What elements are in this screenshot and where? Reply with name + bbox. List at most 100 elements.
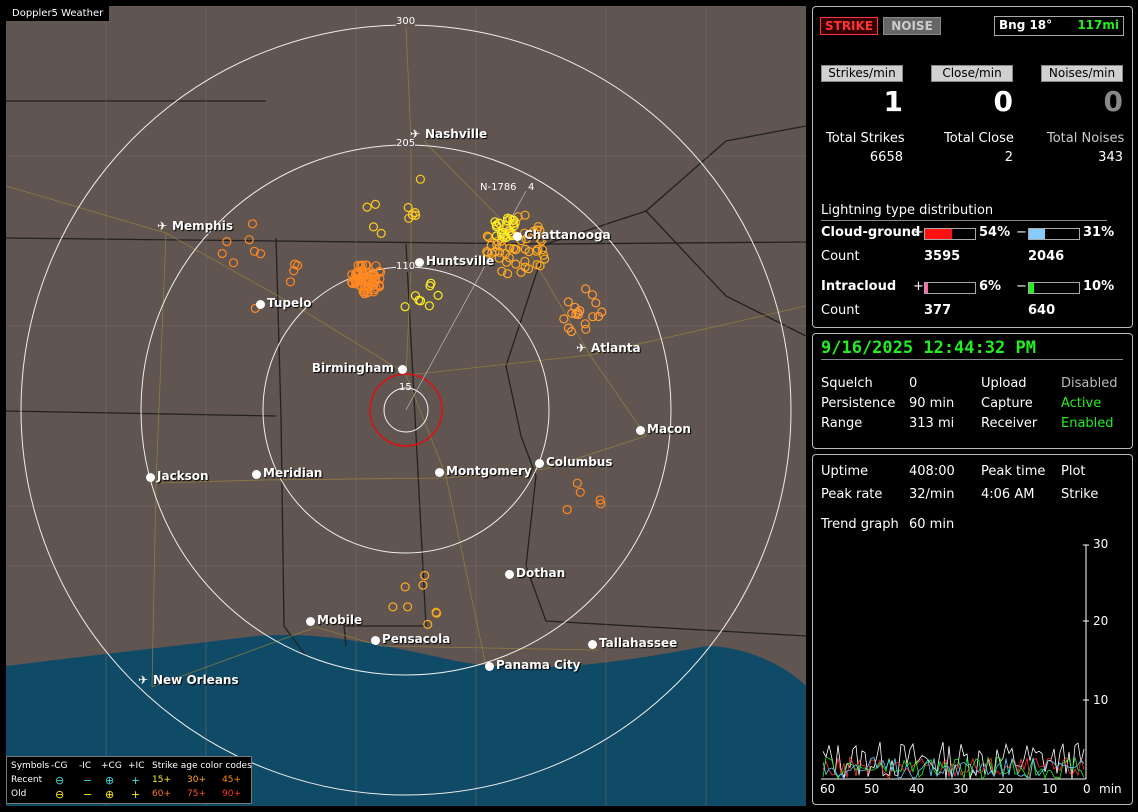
capture-value: Active: [1061, 396, 1102, 411]
cg-negative-count: 2046: [1028, 249, 1065, 264]
bearing-box: Bng 18° 117mi: [994, 16, 1124, 36]
city-label: Memphis: [172, 219, 233, 233]
noise-button[interactable]: NOISE: [883, 17, 941, 35]
strike-marker: [247, 219, 258, 229]
status-panel: 9/16/2025 12:44:32 PM Squelch 0 Persiste…: [812, 333, 1133, 449]
city-label: Nashville: [425, 127, 488, 141]
strike-marker: [388, 602, 398, 612]
trend-graph: [821, 544, 1089, 780]
ring-label-15: 15: [399, 382, 412, 393]
range-label: Range: [821, 416, 863, 431]
close-per-min-value: 0: [993, 85, 1013, 118]
city-dot: [146, 473, 155, 482]
strike-marker: [362, 202, 372, 212]
strike-marker: [415, 174, 425, 184]
strike-marker: [403, 602, 413, 612]
trend-x-tick-0: 0: [1083, 782, 1091, 796]
trend-x-tick-50: 50: [864, 782, 880, 796]
city-label: Huntsville: [426, 254, 495, 268]
ic-negative-count: 640: [1028, 303, 1056, 318]
ic-negative-fill: [1029, 283, 1034, 293]
close-per-min-label: Close/min: [931, 65, 1013, 82]
strike-marker: [222, 237, 232, 247]
city-label: Pensacola: [382, 632, 451, 646]
city-label: Birmingham: [311, 361, 394, 375]
city-dot: [505, 570, 514, 579]
strike-marker: [572, 478, 582, 488]
city-dot: [588, 640, 597, 649]
plot-label: Plot: [1061, 464, 1086, 479]
squelch-label: Squelch: [821, 376, 873, 391]
city-label: Meridian: [263, 466, 323, 480]
city-label: Dothan: [516, 566, 566, 580]
lightning-map[interactable]: Doppler5 Weather 300 205 110 15 N-1786 4…: [6, 6, 806, 806]
ic-negative-bar: [1028, 282, 1080, 294]
strike-marker: [368, 222, 379, 232]
strike-marker: [400, 582, 410, 592]
peak-time-value: 4:06 AM: [981, 487, 1035, 502]
trend-y-tick-10: 10: [1093, 693, 1109, 707]
cg-negative-bar: [1028, 228, 1080, 240]
total-noises-value: 343: [1098, 150, 1123, 165]
strike-marker: [228, 258, 239, 268]
uptime-label: Uptime: [821, 464, 869, 479]
strike-marker: [376, 228, 386, 238]
city-dot: [513, 232, 522, 241]
strikes-per-min-label: Strikes/min: [821, 65, 903, 82]
strike-marker: [418, 580, 428, 590]
city-dot: [636, 426, 645, 435]
city-label: New Orleans: [153, 673, 239, 687]
total-strikes-value: 6658: [869, 150, 903, 165]
neg-ic-old-icon: −: [83, 788, 93, 801]
legend-neg-cg-header: -CG: [51, 761, 68, 771]
map-canvas[interactable]: [6, 6, 806, 806]
plot-value[interactable]: Strike: [1061, 487, 1098, 502]
age-75: 75+: [187, 789, 206, 799]
cg-positive-fill: [925, 229, 952, 239]
trend-x-tick-30: 30: [953, 782, 969, 796]
city-dot: [306, 617, 315, 626]
trend-graph-value: 60 min: [909, 517, 955, 532]
intracloud-label: Intracloud: [821, 279, 897, 294]
city-label: Mobile: [317, 613, 363, 627]
age-60: 60+: [152, 789, 171, 799]
city-label: Panama City: [496, 658, 581, 672]
trend-panel: Uptime 408:00 Peak time Plot Peak rate 3…: [812, 454, 1133, 805]
cg-count-label: Count: [821, 249, 860, 264]
ic-count-label: Count: [821, 303, 860, 318]
bearing-value: Bng 18°: [999, 18, 1053, 32]
city-dot: [256, 300, 265, 309]
strike-marker: [285, 277, 296, 287]
trend-line: [822, 741, 1085, 779]
legend-neg-ic-header: -IC: [79, 761, 92, 771]
age-90: 90+: [222, 789, 241, 799]
city-dot: [415, 258, 424, 267]
trend-graph-label: Trend graph: [821, 517, 899, 532]
cloud-ground-label: Cloud-ground: [821, 225, 921, 240]
airport-icon: ✈: [410, 127, 421, 141]
highways: [6, 25, 806, 688]
strike-marker: [400, 302, 410, 312]
pos-cg-recent-icon: ⊕: [105, 774, 115, 787]
datetime: 9/16/2025 12:44:32 PM: [821, 338, 1036, 358]
city-dot: [398, 365, 407, 374]
city-label: Tallahassee: [599, 636, 678, 650]
legend-symbols-header: Symbols: [11, 761, 50, 771]
trend-x-tick-40: 40: [909, 782, 925, 796]
cg-plus-sign: +: [913, 225, 924, 240]
ring-label-110: 110: [396, 261, 416, 272]
legend-pos-cg-header: +CG: [101, 761, 122, 771]
strike-marker: [424, 301, 434, 311]
total-noises-label: Total Noises: [1047, 131, 1125, 146]
city-label: Columbus: [546, 455, 613, 469]
city-label: Macon: [647, 422, 691, 436]
strike-marker: [591, 298, 601, 308]
upload-label: Upload: [981, 376, 1027, 391]
city-label: Tupelo: [267, 296, 312, 310]
strike-marker: [587, 290, 598, 300]
total-close-value: 2: [1004, 150, 1013, 165]
ic-positive-count: 377: [924, 303, 952, 318]
strike-marker: [562, 505, 572, 515]
trend-x-unit: min: [1099, 782, 1122, 796]
strike-button[interactable]: STRIKE: [820, 17, 878, 35]
